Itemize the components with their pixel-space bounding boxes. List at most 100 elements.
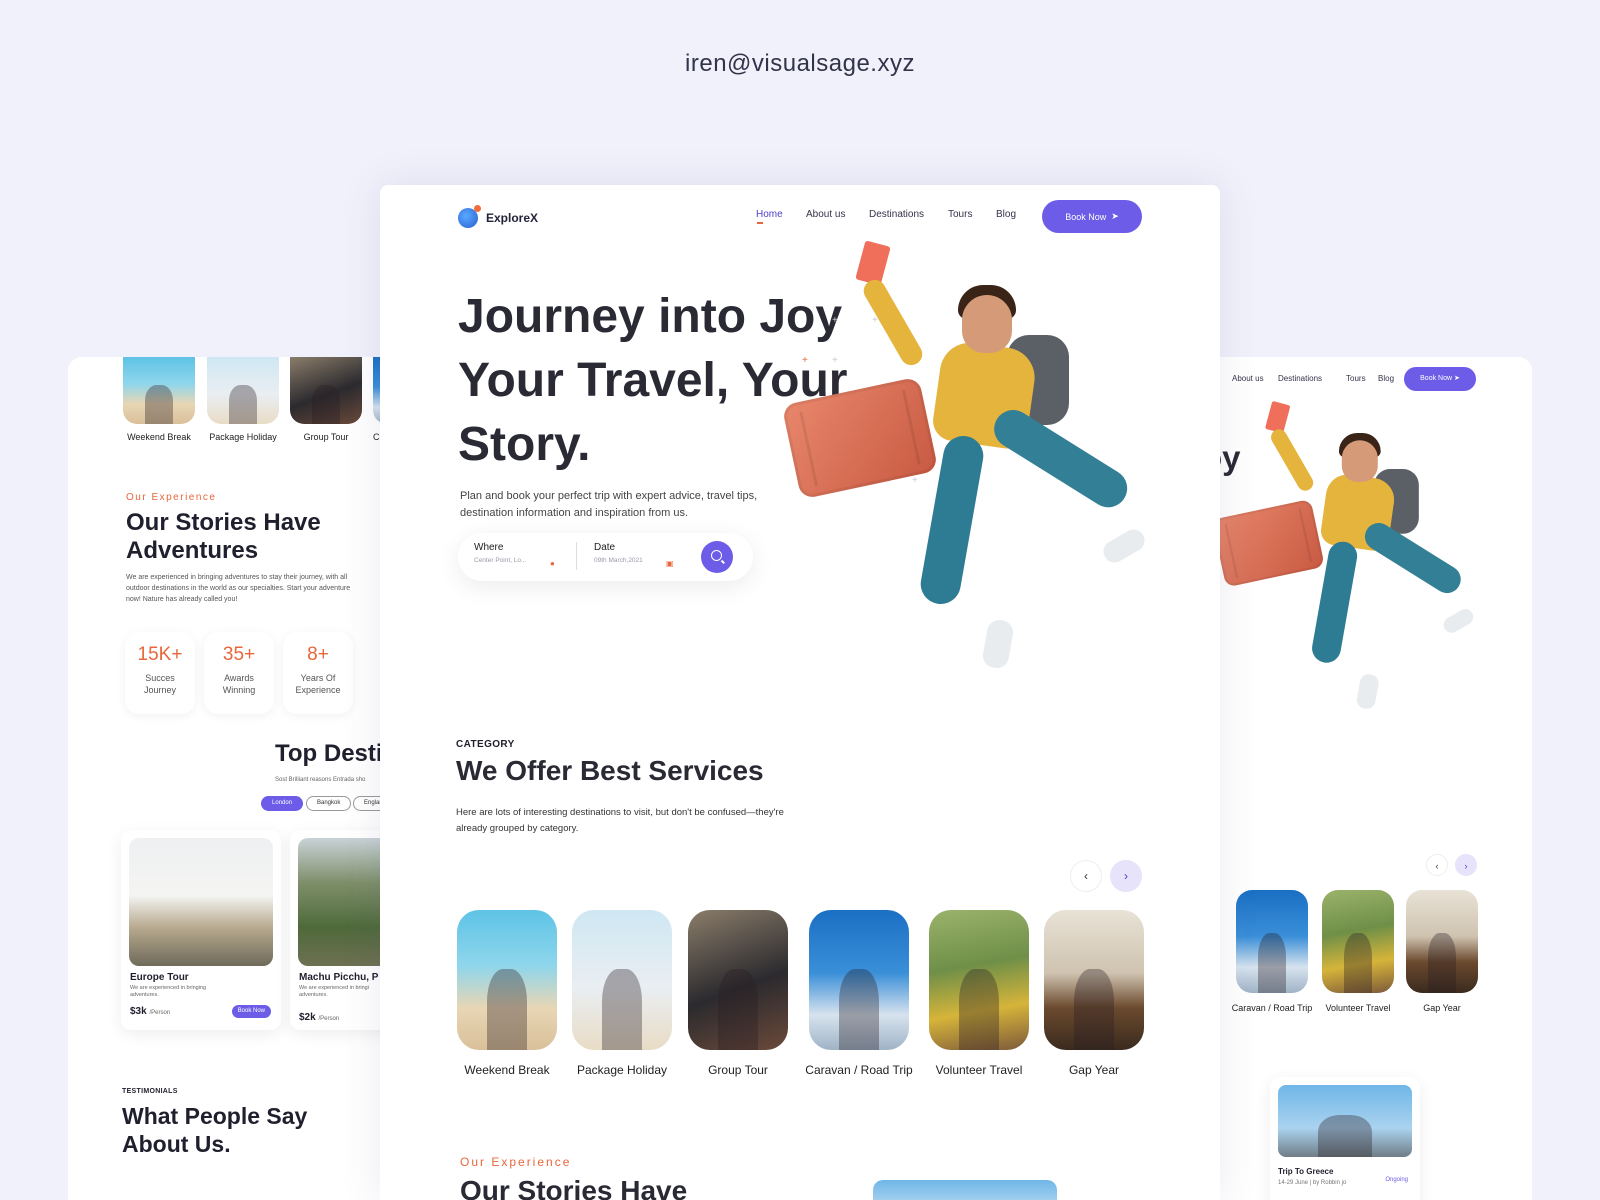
right-category-caravan[interactable]: Caravan / Road Trip [1232,890,1312,1013]
search-button[interactable] [701,541,733,573]
service-photo [572,910,672,1050]
brand-name: ExploreX [486,211,539,225]
stat-awards: 35+ Awards Winning [204,632,274,714]
nav-blog[interactable]: Blog [996,209,1016,220]
nav-destinations[interactable]: Destinations [1278,374,1322,383]
left-category-package-holiday[interactable]: Package Holiday [207,357,279,442]
category-photo [290,357,362,424]
service-package-holiday[interactable]: Package Holiday [572,910,672,1077]
category-photo [1322,890,1394,993]
location-pin-icon: ● [550,559,555,568]
stat-value: 15K+ [137,644,183,665]
service-label: Group Tour [708,1063,768,1077]
decor-plus-icon: + [912,475,918,486]
right-category-volunteer[interactable]: Volunteer Travel [1322,890,1394,1013]
next-arrow-button[interactable]: › [1455,854,1477,876]
stat-success-journey: 15K+ Succes Journey [125,632,195,714]
category-label: Gap Year [1423,1003,1461,1013]
tour-card-europe[interactable]: Europe Tour We are experienced in bringi… [121,830,281,1030]
experience-eyebrow: Our Experience [460,1155,572,1169]
tour-price: $2k /Person [299,1012,340,1023]
calendar-icon: ▣ [666,559,674,568]
contact-email: iren@visualsage.xyz [685,50,915,77]
trip-meta: 14-29 June | by Robbin jo [1278,1180,1347,1186]
tour-description: We are experienced in bringing adventure… [130,985,207,998]
experience-title: Our Stories Have [460,1175,688,1200]
service-photo [457,910,557,1050]
decor-plus-icon: + [802,355,808,366]
right-category-gap-year[interactable]: Gap Year [1406,890,1478,1013]
trip-photo [1278,1085,1412,1157]
experience-description: We are experienced in bringing adventure… [126,574,351,603]
next-arrow-button[interactable]: › [1110,860,1142,892]
nav-blog[interactable]: Blog [1378,374,1394,383]
trip-card-greece[interactable]: Trip To Greece 14-29 June | by Robbin jo… [1270,1077,1420,1200]
nav-about[interactable]: About us [1232,374,1264,383]
nav-home[interactable]: Home [756,209,783,220]
category-label: Package Holiday [209,432,277,442]
nav-tours[interactable]: Tours [1346,374,1366,383]
prev-arrow-button[interactable]: ‹ [1426,854,1448,876]
tour-name: Europe Tour [130,972,189,983]
left-category-weekend-break[interactable]: Weekend Break [123,357,195,442]
tab-london[interactable]: London [261,796,304,811]
nav-destinations[interactable]: Destinations [869,209,924,220]
service-photo [1044,910,1144,1050]
decor-plus-icon: + [832,355,838,366]
category-eyebrow: CATEGORY [456,739,515,750]
book-now-button[interactable]: Book Now [231,1005,271,1018]
category-photo [207,357,279,424]
tour-photo [129,838,273,966]
category-photo [1406,890,1478,993]
book-now-button[interactable]: Book Now ➤ [1042,200,1142,233]
service-volunteer-travel[interactable]: Volunteer Travel [929,910,1029,1077]
service-group-tour[interactable]: Group Tour [688,910,788,1077]
top-destinations-subtitle: Sost Brilliant reasons Entrada sho [275,777,366,783]
main-landing-page: ExploreX Home About us Destinations Tour… [380,185,1220,1200]
stat-label: Awards Winning [222,673,256,695]
prev-arrow-button[interactable]: ‹ [1070,860,1102,892]
where-field[interactable]: Where Center Point, Lo... ● [474,542,569,568]
hero-illustration [1205,397,1485,727]
date-value: 09th March,2021 [594,557,643,564]
chevron-left-icon: ‹ [1084,869,1088,883]
globe-plane-icon [458,205,481,228]
service-gap-year[interactable]: Gap Year [1044,910,1144,1077]
service-photo [809,910,909,1050]
book-now-button[interactable]: Book Now ➤ [1404,367,1476,391]
experience-photo [873,1180,1057,1200]
testimonials-eyebrow: TESTIMONIALS [122,1088,178,1095]
stat-years: 8+ Years Of Experience [283,632,353,714]
traveler-shoe [1099,525,1149,567]
stat-value: 35+ [222,644,256,665]
category-description: Here are lots of interesting destination… [456,807,784,834]
trip-title: Trip To Greece [1278,1167,1334,1176]
tour-name: Machu Picchu, P [299,972,379,983]
tab-bangkok[interactable]: Bangkok [306,796,352,811]
category-label: Weekend Break [127,432,191,442]
service-caravan-road-trip[interactable]: Caravan / Road Trip [805,910,913,1077]
search-divider [576,542,577,570]
carousel-dots[interactable] [122,1191,167,1200]
left-category-group-tour[interactable]: Group Tour [290,357,362,442]
date-field[interactable]: Date 09th March,2021 ▣ [594,542,689,568]
stat-label: Succes Journey [143,673,177,695]
category-title: We Offer Best Services [456,755,764,786]
nav-about[interactable]: About us [806,209,845,220]
active-nav-indicator [757,222,763,224]
top-destinations-title: Top Desti [275,740,383,767]
experience-title: Our Stories Have Adventures [126,509,321,564]
brand-logo[interactable]: ExploreX [458,205,539,228]
nav-tours[interactable]: Tours [948,209,972,220]
service-weekend-break[interactable]: Weekend Break [457,910,557,1077]
traveler-head [962,295,1012,353]
decor-plus-icon: + [832,315,838,326]
trip-search-bar: Where Center Point, Lo... ● Date 09th Ma… [458,533,753,581]
trip-status: Ongoing [1385,1177,1408,1183]
service-label: Gap Year [1068,1063,1120,1077]
stat-label: Years Of Experience [295,673,341,695]
category-label: Group Tour [303,432,349,442]
hero-description: Plan and book your perfect trip with exp… [460,490,758,519]
send-icon: ➤ [1111,211,1119,221]
where-label: Where [474,542,504,553]
